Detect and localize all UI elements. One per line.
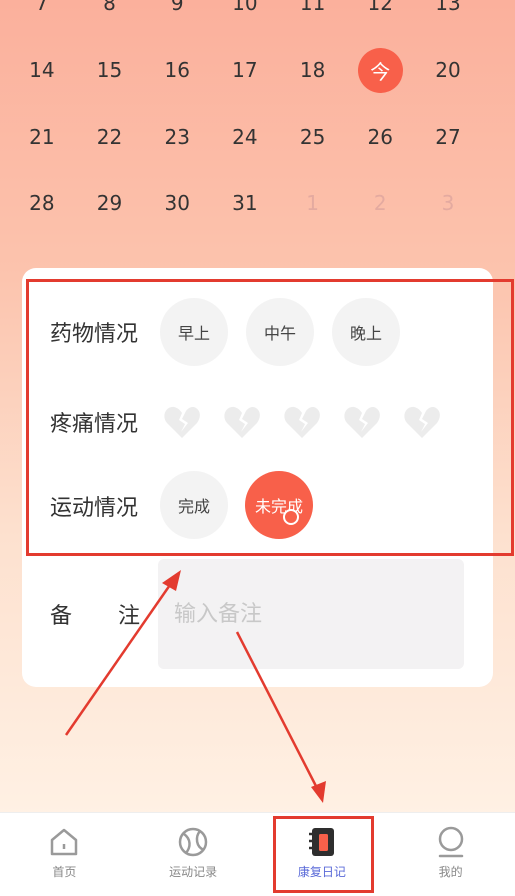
calendar-day[interactable]: 25 <box>279 103 347 170</box>
day-number: 8 <box>103 0 116 16</box>
calendar-day[interactable]: 18 <box>279 37 347 104</box>
ball-icon <box>178 827 208 857</box>
day-number: 20 <box>435 58 461 83</box>
day-number: 13 <box>435 0 461 16</box>
calendar-day-next-month[interactable]: 3 <box>414 170 482 237</box>
calendar-day[interactable]: 22 <box>76 103 144 170</box>
note-label-part-b: 注 <box>118 604 141 629</box>
bottom-tab-bar: 首页 运动记录 康复日记 我的 <box>0 812 515 896</box>
day-number: 31 <box>232 191 258 216</box>
day-number: 25 <box>299 124 326 149</box>
tab-profile-label: 我的 <box>438 865 463 879</box>
calendar-day[interactable]: 27 <box>414 103 482 170</box>
note-label-part-a: 备 <box>50 604 73 629</box>
tab-exercise-records-label: 运动记录 <box>169 865 218 879</box>
calendar-day[interactable]: 12 <box>346 0 414 37</box>
calendar-day-next-month[interactable]: 1 <box>279 170 347 237</box>
day-number: 27 <box>435 124 461 149</box>
day-number: 3 <box>441 191 455 216</box>
day-number: 30 <box>164 191 190 216</box>
day-number: 2 <box>373 191 387 216</box>
calendar-day[interactable]: 24 <box>211 103 279 170</box>
calendar-day[interactable]: 7 <box>8 0 76 37</box>
calendar-day[interactable]: 17 <box>211 37 279 104</box>
calendar-day[interactable]: 10 <box>211 0 279 37</box>
day-number: 16 <box>164 58 190 83</box>
day-number: 24 <box>232 124 258 149</box>
calendar-day[interactable]: 29 <box>76 170 144 237</box>
profile-icon <box>438 826 463 858</box>
calendar-day[interactable]: 23 <box>143 103 211 170</box>
calendar-day[interactable]: 13 <box>414 0 482 37</box>
day-number: 18 <box>299 58 326 83</box>
broken-heart-icon[interactable] <box>282 402 322 442</box>
calendar-day[interactable]: 30 <box>143 170 211 237</box>
day-number: 12 <box>367 0 393 16</box>
day-number: 21 <box>29 124 55 149</box>
tab-home-label: 首页 <box>52 865 77 879</box>
calendar-day[interactable]: 20 <box>414 37 482 104</box>
calendar-day-today[interactable]: 今 <box>346 37 414 104</box>
broken-heart-icon[interactable] <box>222 402 262 442</box>
calendar-day[interactable]: 15 <box>76 37 144 104</box>
check-icon <box>283 509 299 525</box>
pain-label: 疼痛情况 <box>50 412 139 437</box>
tab-exercise-records[interactable]: 运动记录 <box>129 813 258 896</box>
day-number: 15 <box>96 58 123 83</box>
tab-home[interactable]: 首页 <box>0 813 129 896</box>
medication-noon-button[interactable]: 中午 <box>246 298 314 366</box>
day-number: 11 <box>299 0 326 16</box>
calendar-day[interactable]: 26 <box>346 103 414 170</box>
day-number: 29 <box>96 191 123 216</box>
day-number: 22 <box>96 124 123 149</box>
calendar-day[interactable]: 28 <box>8 170 76 237</box>
day-number: 9 <box>170 0 184 16</box>
broken-heart-icon[interactable] <box>342 402 382 442</box>
calendar-grid: 7 8 9 10 11 12 13 14 15 16 17 18 今 20 21… <box>8 0 515 237</box>
calendar-day[interactable]: 11 <box>279 0 347 37</box>
calendar-day[interactable]: 21 <box>8 103 76 170</box>
medication-label: 药物情况 <box>50 322 139 347</box>
tab-profile[interactable]: 我的 <box>386 813 515 896</box>
day-number: 10 <box>232 0 258 16</box>
tab-rehab-diary[interactable]: 康复日记 <box>258 813 387 896</box>
medication-evening-button[interactable]: 晚上 <box>332 298 400 366</box>
exercise-label: 运动情况 <box>50 496 139 521</box>
note-input[interactable] <box>158 559 464 669</box>
calendar-day-next-month[interactable]: 2 <box>346 170 414 237</box>
day-number: 17 <box>232 58 258 83</box>
day-number: 23 <box>164 124 190 149</box>
tab-rehab-diary-label: 康复日记 <box>297 865 346 879</box>
medication-morning-button[interactable]: 早上 <box>160 298 228 366</box>
day-number: 26 <box>367 124 393 149</box>
day-number: 28 <box>29 191 55 216</box>
exercise-done-button[interactable]: 完成 <box>160 471 228 539</box>
notebook-icon <box>308 828 334 856</box>
home-icon <box>51 828 78 856</box>
broken-heart-icon[interactable] <box>402 402 442 442</box>
today-marker: 今 <box>357 47 403 93</box>
day-number: 1 <box>306 191 319 216</box>
calendar-day[interactable]: 9 <box>143 0 211 37</box>
day-number: 7 <box>35 0 49 16</box>
broken-heart-icon[interactable] <box>162 402 202 442</box>
calendar-day[interactable]: 31 <box>211 170 279 237</box>
calendar-day[interactable]: 16 <box>143 37 211 104</box>
calendar-day[interactable]: 14 <box>8 37 76 104</box>
exercise-not-done-button[interactable]: 未完成 <box>245 471 313 539</box>
calendar-day[interactable]: 8 <box>76 0 144 37</box>
day-number: 14 <box>29 58 55 83</box>
